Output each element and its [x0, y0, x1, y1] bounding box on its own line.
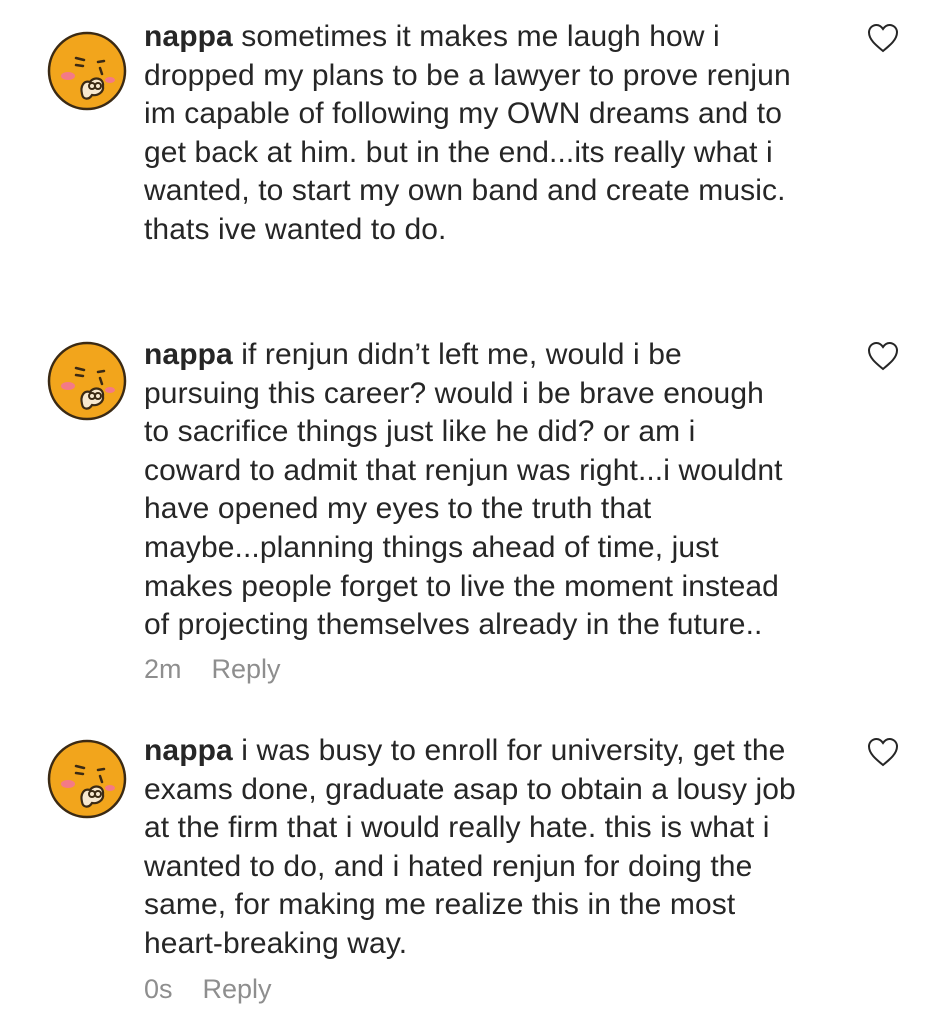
heart-outline-icon[interactable]: [866, 340, 900, 372]
reply-button[interactable]: Reply: [212, 654, 281, 684]
kakao-face-avatar-icon[interactable]: [46, 30, 128, 112]
comment-text: nappa i was busy to enroll for universit…: [144, 732, 864, 964]
comment-username[interactable]: nappa: [144, 734, 233, 767]
comment-text: nappa if renjun didn’t left me, would i …: [144, 336, 864, 645]
comment-timestamp: 0s: [144, 974, 173, 1004]
comment-body: if renjun didn’t left me, would i be pur…: [144, 338, 783, 642]
comment-timestamp: 2m: [144, 654, 182, 684]
comment-meta: 2m Reply: [144, 654, 281, 684]
comment-body: sometimes it makes me laugh how i droppe…: [144, 20, 791, 246]
heart-outline-icon[interactable]: [866, 22, 900, 54]
kakao-face-avatar-icon[interactable]: [46, 340, 128, 422]
reply-button[interactable]: Reply: [203, 974, 272, 1004]
comment-meta: 0s Reply: [144, 974, 272, 1004]
kakao-face-avatar-icon[interactable]: [46, 738, 128, 820]
comment-body: i was busy to enroll for university, get…: [144, 734, 796, 960]
comment-username[interactable]: nappa: [144, 20, 233, 53]
comment-text: nappa sometimes it makes me laugh how i …: [144, 18, 864, 250]
comment-username[interactable]: nappa: [144, 338, 233, 371]
heart-outline-icon[interactable]: [866, 736, 900, 768]
